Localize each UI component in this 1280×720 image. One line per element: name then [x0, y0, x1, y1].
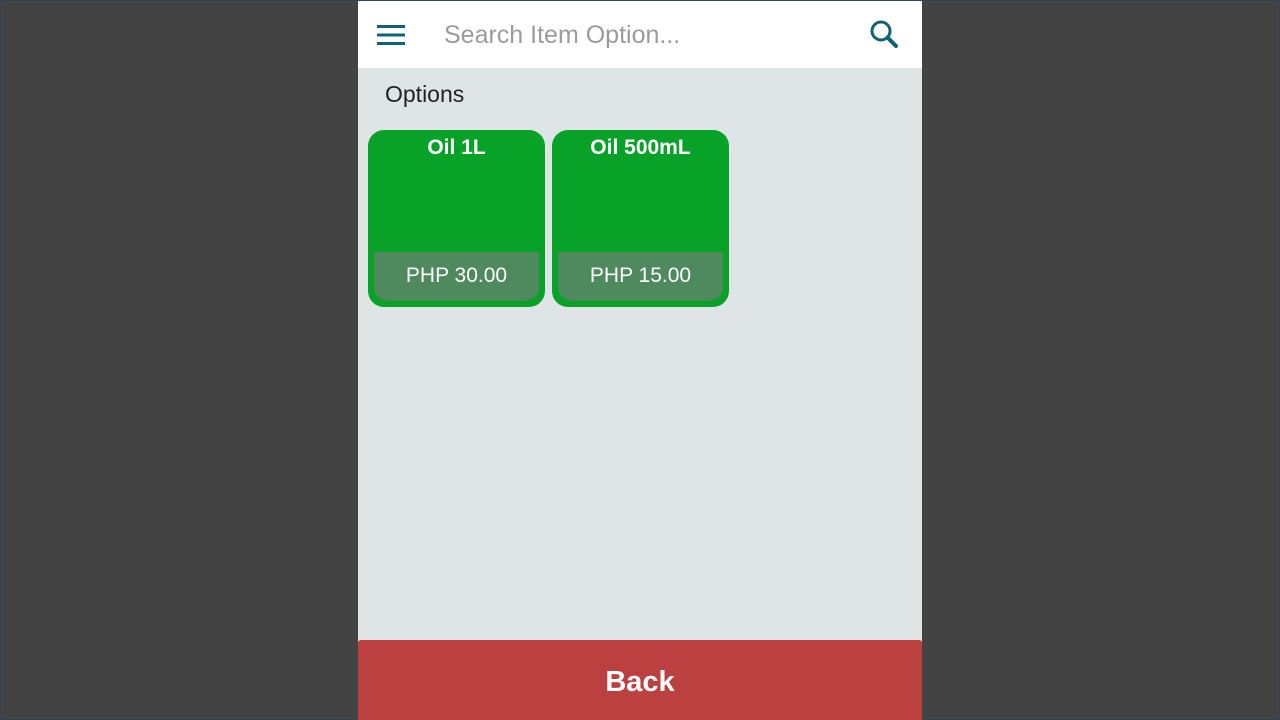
options-grid: Oil 1L PHP 30.00 Oil 500mL PHP 15.00 [368, 130, 729, 307]
option-price: PHP 30.00 [405, 264, 508, 287]
option-price-box: PHP 30.00 [374, 252, 539, 301]
option-name: Oil 500mL [590, 136, 691, 159]
back-button[interactable]: Back [358, 640, 922, 720]
option-price-box: PHP 15.00 [558, 252, 723, 301]
section-title: Options [385, 81, 465, 107]
search-input[interactable] [444, 15, 844, 55]
search-icon[interactable] [868, 18, 902, 52]
app-panel: Options Oil 1L PHP 30.00 Oil 500mL PHP 1… [358, 0, 922, 720]
option-name: Oil 1L [427, 136, 486, 159]
menu-icon[interactable] [375, 21, 409, 49]
option-card-oil-500ml[interactable]: Oil 500mL PHP 15.00 [552, 130, 729, 307]
search-toolbar [358, 0, 922, 68]
option-card-oil-1l[interactable]: Oil 1L PHP 30.00 [368, 130, 545, 307]
option-price: PHP 15.00 [589, 264, 692, 287]
